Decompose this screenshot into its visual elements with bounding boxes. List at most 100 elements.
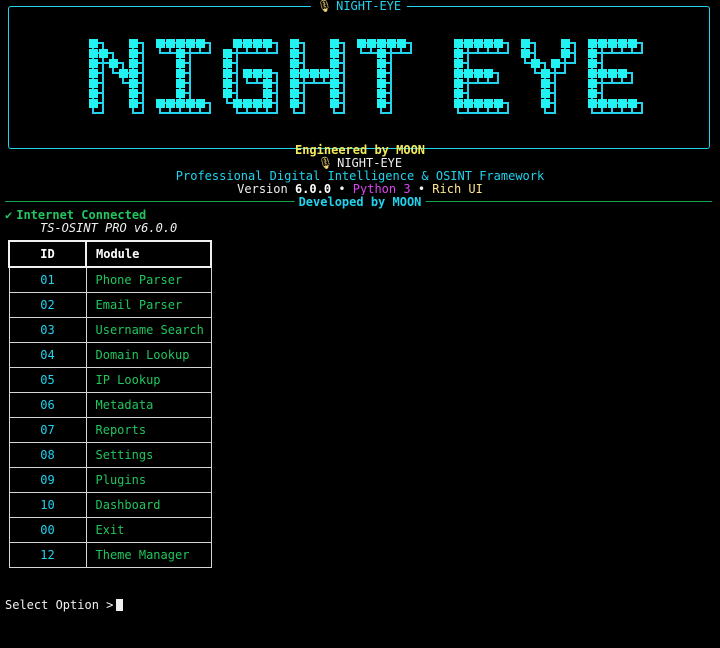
logo-pixel: [330, 79, 339, 88]
logo-pixel: [233, 99, 242, 108]
logo-pixel: [494, 99, 503, 108]
table-row[interactable]: 08 Settings: [8, 442, 212, 468]
command-prompt[interactable]: Select Option >: [5, 598, 124, 612]
logo-pixel: [454, 49, 463, 58]
logo-pixel: [196, 99, 205, 108]
table-row[interactable]: 02 Email Parser: [8, 292, 212, 318]
logo-pixel: [541, 99, 550, 108]
table-header-row: ID Module: [8, 240, 212, 268]
menu-option-id: 08: [8, 442, 87, 468]
logo-pixel: [129, 69, 138, 78]
logo-pixel: [290, 89, 299, 98]
logo-pixel: [377, 79, 386, 88]
logo-pixel: [156, 39, 165, 48]
logo-pixel: [377, 39, 386, 48]
logo-pixel: [608, 39, 617, 48]
logo-pixel: [628, 39, 637, 48]
menu-option-id: 04: [8, 342, 87, 368]
logo-pixel: [387, 39, 396, 48]
internet-status: ✔ Internet Connected: [5, 208, 146, 222]
logo-pixel: [89, 59, 98, 68]
logo-pixel: [598, 39, 607, 48]
logo-pixel: [176, 59, 185, 68]
logo-pixel: [89, 79, 98, 88]
logo-pixel: [588, 89, 597, 98]
logo-pixel: [196, 39, 205, 48]
logo-pixel: [561, 49, 570, 58]
app-subtitle-text: NIGHT-EYE: [337, 156, 403, 170]
logo-pixel: [474, 39, 483, 48]
logo-pixel: [156, 99, 165, 108]
logo-pixel: [484, 99, 493, 108]
logo-pixel: [454, 79, 463, 88]
logo-pixel: [186, 99, 195, 108]
table-row[interactable]: 00 Exit: [8, 517, 212, 543]
menu-option-module: Username Search: [85, 317, 212, 343]
logo-pixel: [243, 99, 252, 108]
logo-pixel: [176, 99, 185, 108]
logo-pixel: [598, 99, 607, 108]
logo-pixel: [129, 39, 138, 48]
logo-pixel: [176, 69, 185, 78]
table-row[interactable]: 06 Metadata: [8, 392, 212, 418]
night-eye-logo: [89, 39, 643, 114]
logo-pixel: [551, 59, 560, 68]
logo-pixel: [474, 99, 483, 108]
logo-pixel: [290, 49, 299, 58]
logo-pixel: [300, 69, 309, 78]
separator: •: [338, 182, 346, 196]
menu-option-module: Theme Manager: [85, 542, 212, 568]
menu-option-module: Reports: [85, 417, 212, 443]
menu-option-id: 12: [8, 542, 87, 568]
framework-description: Professional Digital Intelligence & OSIN…: [175, 169, 545, 183]
logo-pixel: [454, 99, 463, 108]
logo-pixel: [608, 99, 617, 108]
logo-pixel: [588, 49, 597, 58]
menu-option-module: Settings: [85, 442, 212, 468]
logo-pixel: [129, 79, 138, 88]
menu-option-id: 09: [8, 467, 87, 493]
logo-pixel: [253, 39, 262, 48]
check-icon: ✔: [5, 208, 13, 222]
logo-pixel: [176, 39, 185, 48]
logo-pixel: [521, 49, 530, 58]
table-row[interactable]: 12 Theme Manager: [8, 542, 212, 568]
logo-pixel: [618, 99, 627, 108]
logo-pixel: [618, 39, 627, 48]
ui-library: Rich UI: [432, 182, 483, 196]
logo-pixel: [119, 69, 128, 78]
table-row[interactable]: 10 Dashboard: [8, 492, 212, 518]
table-row[interactable]: 07 Reports: [8, 417, 212, 443]
logo-pixel: [541, 89, 550, 98]
logo-pixel: [397, 39, 406, 48]
logo-pixel: [223, 79, 232, 88]
version-line: Version 6.0.0 • Python 3 • Rich UI: [0, 182, 720, 196]
logo-pixel: [89, 99, 98, 108]
logo-pixel: [377, 89, 386, 98]
logo-pixel: [464, 39, 473, 48]
logo-pixel: [290, 79, 299, 88]
menu-option-module: Dashboard: [85, 492, 212, 518]
logo-pixel: [263, 69, 272, 78]
table-row[interactable]: 03 Username Search: [8, 317, 212, 343]
column-header-module: Module: [85, 240, 212, 268]
logo-pixel: [454, 59, 463, 68]
logo-pixel: [330, 59, 339, 68]
logo-pixel: [377, 49, 386, 58]
logo-pixel: [166, 99, 175, 108]
table-row[interactable]: 05 IP Lookup: [8, 367, 212, 393]
logo-pixel: [608, 69, 617, 78]
table-row[interactable]: 01 Phone Parser: [8, 266, 212, 293]
logo-pixel: [320, 69, 329, 78]
logo-pixel: [474, 69, 483, 78]
logo-pixel: [223, 89, 232, 98]
logo-pixel: [263, 79, 272, 88]
logo-pixel: [454, 69, 463, 78]
logo-pixel: [377, 59, 386, 68]
table-row[interactable]: 09 Plugins: [8, 467, 212, 493]
logo-pixel: [330, 49, 339, 58]
table-row[interactable]: 04 Domain Lookup: [8, 342, 212, 368]
text-cursor[interactable]: [116, 599, 124, 611]
menu-option-id: 05: [8, 367, 87, 393]
logo-pixel: [89, 89, 98, 98]
